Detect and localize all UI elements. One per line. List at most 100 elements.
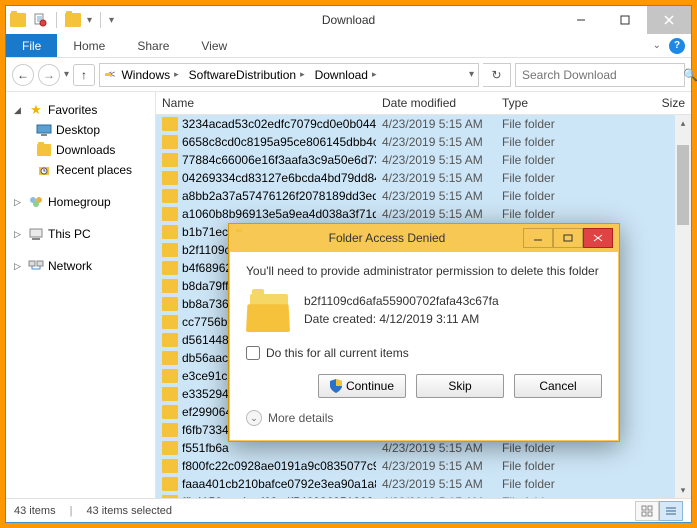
file-date: 4/23/2019 5:15 AM <box>376 153 496 167</box>
dialog-close-button[interactable] <box>583 228 613 248</box>
thumbnails-view-button[interactable] <box>635 501 659 521</box>
home-tab[interactable]: Home <box>57 34 121 57</box>
search-input[interactable] <box>522 68 677 82</box>
address-bar[interactable]: ≪ Windows▸ SoftwareDistribution▸ Downloa… <box>99 63 479 87</box>
file-name: b8da79ff <box>182 279 229 293</box>
file-name: f6fb7334 <box>182 423 229 437</box>
address-history-icon[interactable]: ▾ <box>469 69 474 80</box>
list-item[interactable]: 04269334cd83127e6bcda4bd79dd847a4/23/201… <box>156 169 691 187</box>
new-folder-icon[interactable] <box>65 12 81 28</box>
share-tab[interactable]: Share <box>121 34 185 57</box>
folder-icon <box>162 441 178 455</box>
search-box[interactable]: 🔍 <box>515 63 685 87</box>
dialog-titlebar: Folder Access Denied <box>229 224 619 252</box>
file-type: File folder <box>496 459 576 473</box>
folder-icon <box>162 171 178 185</box>
favorites-node[interactable]: ◢★Favorites <box>10 100 151 120</box>
forward-button: → <box>38 64 60 86</box>
dialog-title: Folder Access Denied <box>257 231 517 245</box>
list-item[interactable]: 77884c66006e16f3aafa3c9a50e6d73e4/23/201… <box>156 151 691 169</box>
list-item[interactable]: a8bb2a37a57476126f2078189dd3ed6e4/23/201… <box>156 187 691 205</box>
desktop-node[interactable]: Desktop <box>32 120 151 140</box>
network-node[interactable]: ▷Network <box>10 256 151 276</box>
window-controls <box>559 6 691 34</box>
breadcrumb-segment[interactable]: Windows▸ <box>117 68 182 82</box>
window-title: Download <box>322 13 375 27</box>
file-name: 04269334cd83127e6bcda4bd79dd847a <box>182 171 376 185</box>
scroll-thumb[interactable] <box>677 145 689 225</box>
refresh-button[interactable]: ↻ <box>483 63 511 87</box>
file-date: 4/23/2019 5:15 AM <box>376 189 496 203</box>
navigation-bar: ← → ▾ ↑ ≪ Windows▸ SoftwareDistribution▸… <box>6 58 691 92</box>
column-size[interactable]: Size <box>576 96 691 110</box>
scrollbar[interactable]: ▴ ▾ <box>675 115 691 498</box>
list-item[interactable]: 3234acad53c02edfc7079cd0e0b04434/23/2019… <box>156 115 691 133</box>
list-item[interactable]: 6658c8cd0c8195a95ce806145dbb4cc84/23/201… <box>156 133 691 151</box>
folder-icon <box>162 495 178 498</box>
maximize-button[interactable] <box>603 6 647 34</box>
expand-ribbon-icon[interactable]: ⌄ <box>653 40 661 51</box>
dialog-maximize-button[interactable] <box>553 228 583 248</box>
file-name: 6658c8cd0c8195a95ce806145dbb4cc8 <box>182 135 376 149</box>
breadcrumb-segment[interactable]: Download▸ <box>311 68 381 82</box>
recent-places-node[interactable]: Recent places <box>32 160 151 180</box>
list-item[interactable]: f800fc22c0928ae0191a9c0835077c904/23/201… <box>156 457 691 475</box>
cancel-button[interactable]: Cancel <box>514 374 602 398</box>
file-type: File folder <box>496 135 576 149</box>
file-date: 4/23/2019 5:15 AM <box>376 441 496 455</box>
more-details-toggle[interactable]: ⌄ More details <box>246 410 602 426</box>
folder-icon <box>162 459 178 473</box>
do-for-all-checkbox[interactable]: Do this for all current items <box>246 346 602 360</box>
list-item[interactable]: faaa401cb210bafce0792e3ea90a1a874/23/201… <box>156 475 691 493</box>
chevron-down-icon: ⌄ <box>246 410 262 426</box>
file-type: File folder <box>496 171 576 185</box>
search-icon[interactable]: 🔍 <box>683 68 697 82</box>
folder-large-icon <box>246 292 292 332</box>
up-button[interactable]: ↑ <box>73 64 95 86</box>
qat-menu-icon[interactable]: ▾ <box>109 15 114 26</box>
column-name[interactable]: Name <box>156 96 376 110</box>
folder-icon <box>162 207 178 221</box>
status-bar: 43 items | 43 items selected <box>6 498 691 522</box>
downloads-node[interactable]: Downloads <box>32 140 151 160</box>
file-name: a1060b8b96913e5a9ea4d038a3f71d16 <box>182 207 376 221</box>
history-dropdown-icon[interactable]: ▾ <box>64 69 69 80</box>
thispc-node[interactable]: ▷This PC <box>10 224 151 244</box>
list-item[interactable]: ffb4156caa1ecf62cdf54698695129244/23/201… <box>156 493 691 498</box>
checkbox-input[interactable] <box>246 346 260 360</box>
file-tab[interactable]: File <box>6 34 57 57</box>
scroll-up-icon[interactable]: ▴ <box>675 115 691 131</box>
folder-icon <box>162 423 178 437</box>
file-type: File folder <box>496 117 576 131</box>
dialog-message: You'll need to provide administrator per… <box>246 264 602 278</box>
folder-icon <box>162 387 178 401</box>
dialog-minimize-button[interactable] <box>523 228 553 248</box>
list-item[interactable]: a1060b8b96913e5a9ea4d038a3f71d164/23/201… <box>156 205 691 223</box>
close-button[interactable] <box>647 6 691 34</box>
folder-icon <box>162 405 178 419</box>
file-name: e3ce91cb <box>182 369 234 383</box>
column-type[interactable]: Type <box>496 96 576 110</box>
view-tab[interactable]: View <box>185 34 243 57</box>
back-button[interactable]: ← <box>12 64 34 86</box>
file-date: 4/23/2019 5:15 AM <box>376 477 496 491</box>
file-name: ffb4156caa1ecf62cdf5469869512924 <box>182 495 376 498</box>
breadcrumb-segment[interactable]: SoftwareDistribution▸ <box>185 68 309 82</box>
continue-button[interactable]: Continue <box>318 374 406 398</box>
file-type: File folder <box>496 207 576 221</box>
column-date[interactable]: Date modified <box>376 96 496 110</box>
skip-button[interactable]: Skip <box>416 374 504 398</box>
minimize-button[interactable] <box>559 6 603 34</box>
scroll-down-icon[interactable]: ▾ <box>675 482 691 498</box>
folder-icon <box>162 351 178 365</box>
titlebar: ▾ ▾ Download <box>6 6 691 34</box>
homegroup-node[interactable]: ▷Homegroup <box>10 192 151 212</box>
help-icon[interactable]: ? <box>669 38 685 54</box>
file-date: 4/23/2019 5:15 AM <box>376 207 496 221</box>
folder-icon <box>162 135 178 149</box>
properties-icon[interactable] <box>32 12 48 28</box>
file-date: 4/23/2019 5:15 AM <box>376 171 496 185</box>
details-view-button[interactable] <box>659 501 683 521</box>
chevron-down-icon[interactable]: ▾ <box>87 15 92 26</box>
file-name: cc7756b1 <box>182 315 234 329</box>
